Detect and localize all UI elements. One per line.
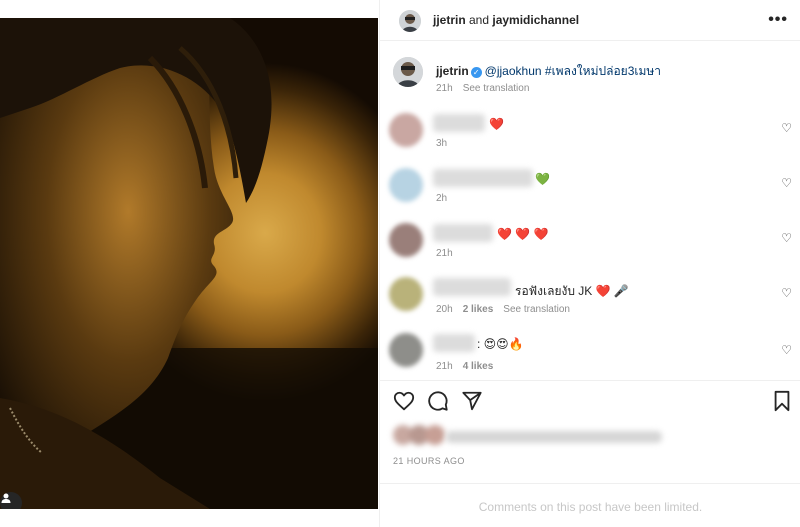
comment-username-blurred[interactable] [433, 114, 485, 132]
post-details-panel: jjetrin and jaymidichannel ••• jjetrin ✓ @… [379, 0, 800, 527]
caption-see-translation[interactable]: See translation [463, 83, 530, 94]
comment-username-blurred[interactable] [433, 224, 493, 242]
comment-username-blurred[interactable] [433, 169, 533, 187]
post-time-ago[interactable]: 21 HOURS AGO [393, 456, 465, 466]
photo-top-margin [0, 0, 378, 18]
comment-like-heart-icon[interactable]: ♡ [781, 176, 792, 190]
comment-avatar[interactable] [389, 277, 423, 311]
comment-like-heart-icon[interactable]: ♡ [781, 343, 792, 357]
comment-like-heart-icon[interactable]: ♡ [781, 286, 792, 300]
comment-time[interactable]: 2h [436, 193, 447, 204]
avatar-image [399, 10, 421, 32]
comment-likes[interactable]: 4 likes [463, 361, 494, 372]
header-connector: and [465, 13, 493, 27]
comment-icon[interactable] [427, 390, 449, 417]
caption-time[interactable]: 21h [436, 83, 453, 94]
caption-avatar[interactable] [393, 57, 423, 87]
actions-divider [380, 380, 800, 381]
header-account-1[interactable]: jjetrin [433, 13, 466, 27]
comment-time[interactable]: 20h [436, 304, 453, 315]
post-image[interactable] [0, 18, 378, 509]
comment-like-heart-icon[interactable]: ♡ [781, 231, 792, 245]
comment-username-blurred[interactable] [433, 334, 475, 352]
header-avatar[interactable] [399, 10, 421, 32]
comment-emoji: ❤️ 🎤 [595, 284, 629, 298]
verified-badge-icon: ✓ [470, 67, 482, 78]
comment-meta: 21h [436, 248, 453, 259]
comment-body: รอฟังเลยงับ JK [515, 284, 593, 298]
caption-meta: 21h See translation [436, 83, 529, 94]
caption-mention[interactable]: @jjaokhun [485, 64, 542, 78]
caption-username[interactable]: jjetrin [436, 64, 469, 78]
footer-divider [380, 483, 800, 484]
avatar-image [393, 57, 423, 87]
comment-emoji: 💚 [535, 172, 550, 186]
comment-text: : 😍😍🔥 [477, 337, 524, 351]
comment-see-translation[interactable]: See translation [503, 304, 570, 315]
user-tag-icon [1, 493, 11, 503]
comment-meta: 21h 4 likes [436, 361, 493, 372]
comment-time[interactable]: 21h [436, 361, 453, 372]
liked-by-avatars-blurred[interactable] [392, 424, 452, 446]
comment-emoji: ❤️ [489, 117, 504, 131]
heart-outline-icon[interactable] [393, 390, 415, 417]
header-divider [380, 40, 800, 41]
comment-text: รอฟังเลยงับ JK ❤️ 🎤 [515, 282, 629, 301]
liked-by-text-blurred[interactable] [446, 431, 662, 443]
portrait-illustration [0, 18, 378, 509]
comment-text: ❤️ [489, 117, 504, 131]
comment-username-blurred[interactable] [433, 278, 511, 296]
comment-meta: 3h [436, 138, 447, 149]
comment-time[interactable]: 3h [436, 138, 447, 149]
header-title: jjetrin and jaymidichannel [433, 13, 579, 27]
share-paper-plane-icon[interactable] [461, 390, 483, 417]
comment-text: 💚 [535, 172, 550, 186]
comment-avatar[interactable] [389, 113, 423, 147]
bookmark-icon[interactable] [772, 390, 792, 417]
caption-hashtag[interactable]: #เพลงใหม่ปล่อย3เมษา [545, 64, 661, 78]
user-tag-button[interactable] [0, 492, 22, 509]
comment-meta: 2h [436, 193, 447, 204]
comment-emoji: : 😍😍🔥 [477, 337, 524, 351]
comment-avatar[interactable] [389, 333, 423, 367]
header-account-2[interactable]: jaymidichannel [492, 13, 579, 27]
comment-avatar[interactable] [389, 223, 423, 257]
comment-likes[interactable]: 2 likes [463, 304, 494, 315]
action-bar [380, 390, 800, 418]
comment-meta: 20h 2 likes See translation [436, 304, 570, 315]
photo-bottom-margin [0, 509, 378, 527]
comment-avatar[interactable] [389, 168, 423, 202]
comment-like-heart-icon[interactable]: ♡ [781, 121, 792, 135]
comments-limited-notice: Comments on this post have been limited. [478, 500, 703, 514]
comment-emoji: ❤️ ❤️ ❤️ [497, 227, 549, 241]
more-options-icon[interactable]: ••• [768, 11, 788, 29]
comment-time[interactable]: 21h [436, 248, 453, 259]
caption-text: jjetrin ✓ @jjaokhun #เพลงใหม่ปล่อย3เมษา [436, 62, 661, 81]
comment-text: ❤️ ❤️ ❤️ [497, 227, 549, 241]
